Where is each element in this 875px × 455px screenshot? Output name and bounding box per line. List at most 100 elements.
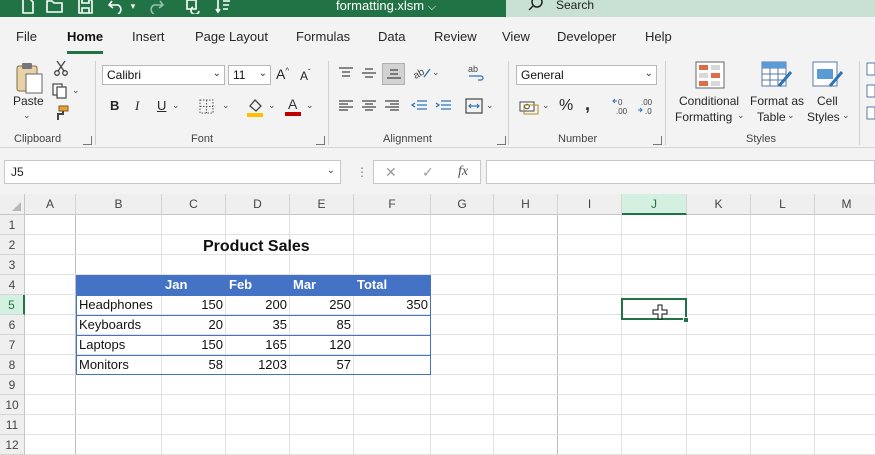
table-header-cell[interactable] [76, 275, 162, 295]
tab-formulas[interactable]: Formulas [296, 29, 350, 44]
align-right-icon[interactable] [384, 99, 400, 116]
formula-input[interactable] [486, 160, 875, 184]
align-top-icon[interactable] [338, 66, 354, 83]
font-color-icon[interactable]: A [284, 96, 302, 120]
undo-icon[interactable] [105, 0, 127, 16]
value-cell-mar[interactable]: 250 [290, 295, 354, 315]
row-header-7[interactable]: 7 [0, 335, 25, 355]
row-header-4[interactable]: 4 [0, 275, 25, 295]
value-cell-mar[interactable]: 57 [290, 355, 354, 375]
borders-dropdown-icon[interactable]: ⌄ [222, 100, 230, 111]
value-cell-jan[interactable]: 150 [162, 335, 226, 355]
column-header-b[interactable]: B [76, 194, 162, 215]
cell-styles-label-1[interactable]: Cell [817, 94, 838, 108]
undo-dropdown-icon[interactable]: ▾ [128, 0, 138, 16]
cut-icon[interactable] [54, 60, 68, 79]
column-header-j[interactable]: J [622, 194, 687, 215]
tab-view[interactable]: View [502, 29, 530, 44]
column-header-m[interactable]: M [815, 194, 875, 215]
value-cell-jan[interactable]: 150 [162, 295, 226, 315]
column-header-e[interactable]: E [290, 194, 354, 215]
column-header-h[interactable]: H [494, 194, 558, 215]
chevron-down-icon[interactable]: ⌄ [327, 165, 335, 176]
insert-function-icon[interactable]: fx [458, 164, 468, 180]
format-as-table-label-2[interactable]: Table [757, 110, 786, 124]
sheet-title[interactable]: Product Sales [200, 237, 313, 257]
increase-indent-icon[interactable] [434, 99, 452, 116]
value-cell-total[interactable] [354, 335, 431, 355]
format-painter-icon[interactable] [53, 105, 69, 124]
value-cell-feb[interactable]: 1203 [226, 355, 290, 375]
align-bottom-button[interactable] [382, 63, 405, 85]
align-left-icon[interactable] [338, 99, 354, 116]
value-cell-total[interactable]: 350 [354, 295, 431, 315]
cells-group-icon[interactable] [866, 61, 875, 124]
value-cell-feb[interactable]: 35 [226, 315, 290, 335]
copy-dropdown-icon[interactable]: ⌄ [72, 85, 80, 96]
value-cell-feb[interactable]: 165 [226, 335, 290, 355]
column-header-d[interactable]: D [226, 194, 290, 215]
wrap-text-icon[interactable]: ab [467, 63, 487, 84]
formula-bar-resize-handle[interactable]: ⋮ [356, 165, 368, 179]
name-box[interactable]: J5 ⌄ [4, 160, 341, 184]
cancel-entry-icon[interactable]: ✕ [385, 164, 397, 181]
conditional-formatting-label-1[interactable]: Conditional [679, 94, 739, 108]
sort-icon[interactable] [212, 0, 234, 16]
merge-dropdown-icon[interactable]: ⌄ [486, 100, 494, 111]
row-header-2[interactable]: 2 [0, 235, 25, 255]
comma-style-button[interactable]: , [585, 94, 590, 115]
value-cell-total[interactable] [354, 315, 431, 335]
value-cell-mar[interactable]: 120 [290, 335, 354, 355]
row-header-10[interactable]: 10 [0, 395, 25, 415]
refresh-all-icon[interactable] [182, 0, 204, 16]
tab-help[interactable]: Help [645, 29, 672, 44]
percent-style-button[interactable]: % [559, 97, 573, 115]
column-header-k[interactable]: K [687, 194, 751, 215]
save-icon[interactable] [75, 0, 95, 16]
redo-icon[interactable] [145, 0, 167, 16]
italic-button[interactable]: I [135, 98, 139, 114]
column-header-g[interactable]: G [431, 194, 494, 215]
product-name-cell[interactable]: Laptops [76, 335, 162, 355]
conditional-formatting-dropdown-icon[interactable]: ⌄ [737, 110, 745, 121]
borders-icon[interactable] [199, 99, 214, 117]
bold-button[interactable]: B [110, 98, 119, 113]
font-name-dropdown[interactable]: Calibri ⌄ [102, 65, 225, 85]
value-cell-feb[interactable]: 200 [226, 295, 290, 315]
table-header-cell[interactable]: Feb [226, 275, 290, 295]
row-header-1[interactable]: 1 [0, 215, 25, 235]
value-cell-jan[interactable]: 20 [162, 315, 226, 335]
conditional-formatting-label-2[interactable]: Formatting [675, 110, 732, 124]
accounting-dropdown-icon[interactable]: ⌄ [542, 100, 550, 111]
row-header-8[interactable]: 8 [0, 355, 25, 375]
value-cell-total[interactable] [354, 355, 431, 375]
tab-data[interactable]: Data [378, 29, 405, 44]
decrease-font-size-icon[interactable]: Aˇ [300, 68, 311, 83]
value-cell-mar[interactable]: 85 [290, 315, 354, 335]
tab-file[interactable]: File [16, 29, 37, 44]
column-header-f[interactable]: F [354, 194, 431, 215]
tab-insert[interactable]: Insert [132, 29, 165, 44]
row-header-11[interactable]: 11 [0, 415, 25, 435]
cell-styles-icon[interactable] [812, 60, 844, 93]
cell-styles-label-2[interactable]: Styles [807, 110, 840, 124]
accounting-format-icon[interactable] [519, 99, 539, 118]
underline-dropdown-icon[interactable]: ⌄ [172, 100, 180, 111]
paste-icon[interactable] [14, 61, 46, 98]
font-launcher-icon[interactable] [316, 136, 325, 145]
format-as-table-label-1[interactable]: Format as [750, 94, 804, 108]
row-header-6[interactable]: 6 [0, 315, 25, 335]
product-name-cell[interactable]: Headphones [76, 295, 162, 315]
column-header-l[interactable]: L [751, 194, 815, 215]
decrease-indent-icon[interactable] [410, 99, 428, 116]
row-header-9[interactable]: 9 [0, 375, 25, 395]
tab-review[interactable]: Review [434, 29, 477, 44]
format-as-table-icon[interactable] [761, 60, 793, 93]
underline-button[interactable]: U [157, 98, 166, 113]
paste-label[interactable]: Paste [13, 94, 44, 108]
tab-developer[interactable]: Developer [557, 29, 616, 44]
column-header-i[interactable]: I [558, 194, 622, 215]
increase-font-size-icon[interactable]: A^ [276, 66, 289, 82]
search-bar[interactable]: Search [506, 0, 875, 17]
align-middle-icon[interactable] [361, 66, 377, 83]
